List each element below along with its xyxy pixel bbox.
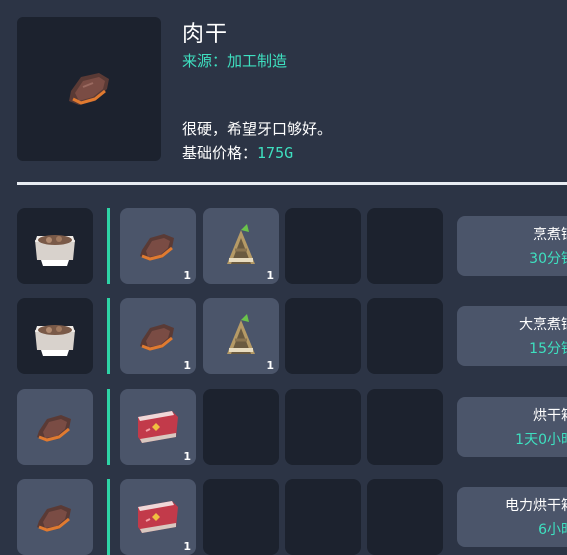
empty-ingredient-slot[interactable] [203,479,279,555]
ingredient-slot[interactable]: 1 [120,389,196,465]
machine-panel[interactable]: 烹煮锅 30分钟 [457,216,567,276]
machine-name: 烹煮锅 [533,227,567,243]
recipe-separator [107,298,110,374]
recipe-separator [107,479,110,555]
machine-name: 大烹煮锅 [519,317,567,333]
bamboo-shoot-icon [227,314,255,354]
recipe-result-slot[interactable] [17,208,93,284]
empty-ingredient-slot[interactable] [367,208,443,284]
raw-meat-icon [138,501,178,533]
recipe-row: 1 1 大烹煮锅 15分钟 [17,298,567,374]
ingredient-slot[interactable]: 1 [203,298,279,374]
raw-meat-icon [138,411,178,443]
machine-name: 烘干箱 [533,408,567,424]
empty-ingredient-slot[interactable] [367,298,443,374]
cooking-pot-icon [35,235,75,266]
ingredient-quantity: 1 [183,269,191,282]
jerky-icon [37,505,71,532]
ingredient-slot[interactable]: 1 [120,298,196,374]
divider [17,182,567,185]
item-description: 很硬，希望牙口够好。 [182,120,333,138]
empty-ingredient-slot[interactable] [203,389,279,465]
ingredient-slot[interactable]: 1 [120,479,196,555]
ingredient-quantity: 1 [266,359,274,372]
item-source: 来源：加工制造 [182,52,288,70]
machine-time: 6小时 [538,522,567,538]
recipe-row: 1 烘干箱 1天0小时 [17,389,567,465]
jerky-icon [140,234,174,261]
jerky-icon [69,73,109,105]
machine-time: 15分钟 [529,341,567,357]
machine-panel[interactable]: 烘干箱 1天0小时 [457,397,567,457]
item-icon-frame [17,17,161,161]
ingredient-quantity: 1 [266,269,274,282]
empty-ingredient-slot[interactable] [367,479,443,555]
cooking-pot-icon [35,325,75,356]
empty-ingredient-slot[interactable] [285,479,361,555]
item-price: 基础价格：175G [182,142,293,163]
machine-panel[interactable]: 大烹煮锅 15分钟 [457,306,567,366]
recipe-row: 1 电力烘干箱 6小时 [17,479,567,555]
machine-time: 1天0小时 [515,432,567,448]
ingredient-slot[interactable]: 1 [203,208,279,284]
ingredient-quantity: 1 [183,450,191,463]
recipe-result-slot[interactable] [17,479,93,555]
bamboo-shoot-icon [227,224,255,264]
empty-ingredient-slot[interactable] [285,208,361,284]
recipe-separator [107,208,110,284]
recipe-separator [107,389,110,465]
recipe-row: 1 1 烹煮锅 30分钟 [17,208,567,284]
price-label: 基础价格： [182,144,258,162]
jerky-icon [37,415,71,442]
empty-ingredient-slot[interactable] [285,298,361,374]
machine-name: 电力烘干箱 [505,498,567,514]
ingredient-quantity: 1 [183,359,191,372]
empty-ingredient-slot[interactable] [367,389,443,465]
jerky-icon [140,324,174,351]
machine-panel[interactable]: 电力烘干箱 6小时 [457,487,567,547]
empty-ingredient-slot[interactable] [285,389,361,465]
ingredient-slot[interactable]: 1 [120,208,196,284]
machine-time: 30分钟 [529,251,567,267]
price-value: 175G [257,144,294,162]
recipe-result-slot[interactable] [17,298,93,374]
item-title: 肉干 [182,22,229,47]
recipe-result-slot[interactable] [17,389,93,465]
